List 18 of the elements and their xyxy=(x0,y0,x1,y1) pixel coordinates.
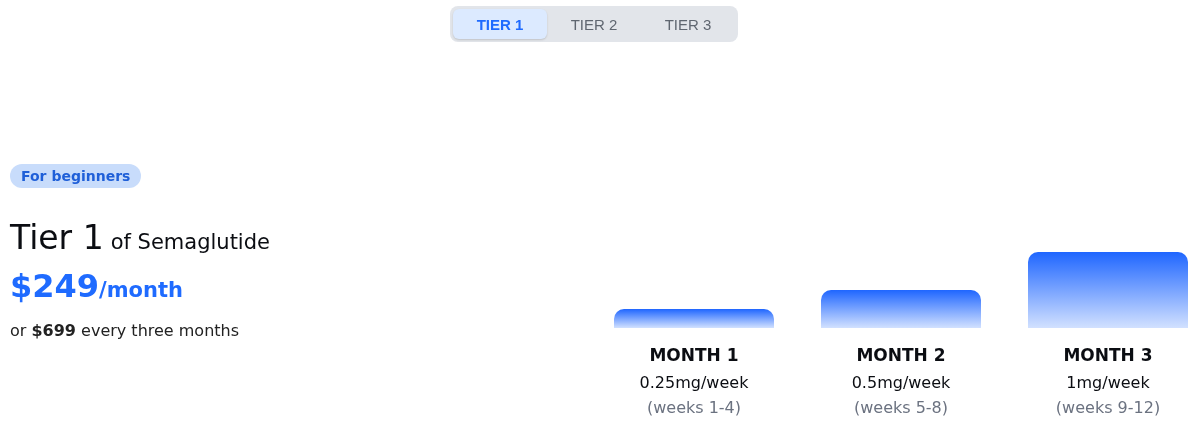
month-label: MONTH 1 xyxy=(649,345,739,365)
dose-text: 0.5mg/week xyxy=(851,373,951,392)
tier-tab[interactable]: TIER 3 xyxy=(641,9,735,39)
dose-text: 0.25mg/week xyxy=(639,373,749,392)
plan-badge: For beginners xyxy=(10,164,142,188)
plan-title: Tier 1 xyxy=(10,218,104,257)
dose-text: 1mg/week xyxy=(1066,373,1150,392)
tier-tab[interactable]: TIER 1 xyxy=(453,9,547,39)
month-label: MONTH 3 xyxy=(1063,345,1153,365)
plan-subtitle: of Semaglutide xyxy=(110,230,270,254)
tier-tab[interactable]: TIER 2 xyxy=(547,9,641,39)
weeks-text: (weeks 1-4) xyxy=(646,398,742,417)
alternative-price: or $699 every three months xyxy=(10,321,240,340)
price-unit: /month xyxy=(99,278,183,302)
weeks-text: (weeks 5-8) xyxy=(853,398,949,417)
price: $249 xyxy=(10,267,100,305)
month-label: MONTH 2 xyxy=(856,345,946,365)
weeks-text: (weeks 9-12) xyxy=(1055,398,1161,417)
